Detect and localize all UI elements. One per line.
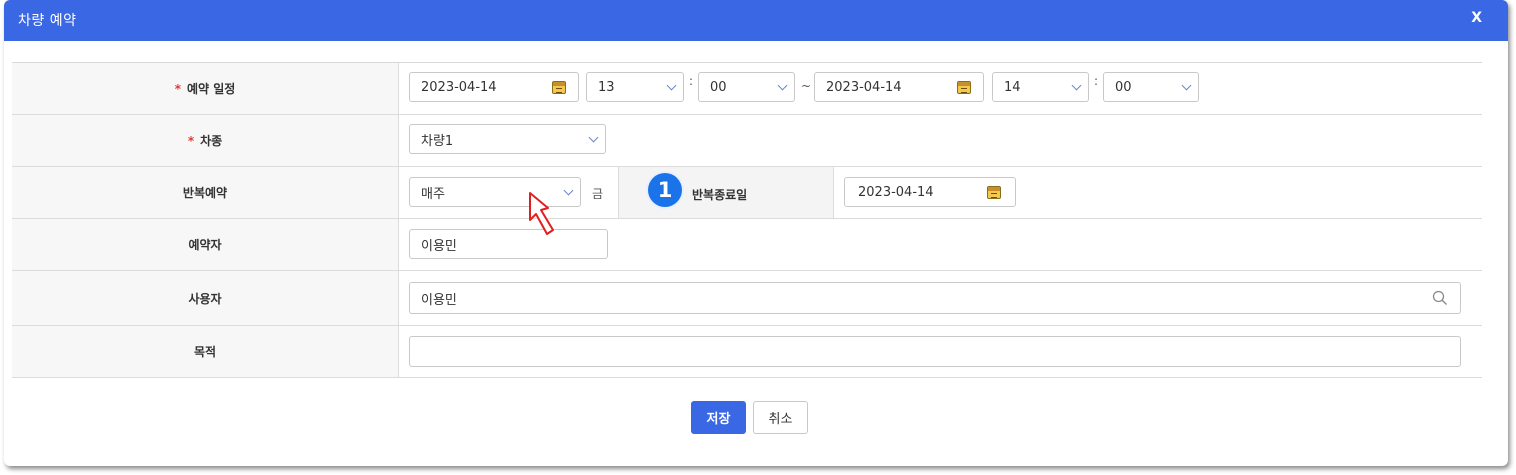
close-button[interactable]: X	[1471, 10, 1482, 26]
repeat-label-cell: 반복예약	[12, 167, 399, 218]
purpose-label-cell: 목적	[12, 326, 399, 377]
vehicle-type-value: 차량1	[421, 133, 454, 149]
reserver-input[interactable]: 이용민	[409, 229, 608, 259]
vehicle-type-row: * 차종 차량1	[12, 115, 1482, 167]
reserver-row: 예약자 이용민	[12, 219, 1482, 271]
time-colon: :	[689, 74, 694, 88]
chevron-down-icon	[588, 132, 599, 143]
cursor-arrow-icon	[529, 192, 554, 235]
schedule-row: * 예약 일정 2023-04-14 13 : 00 ~ 2023-04-14 …	[12, 63, 1482, 115]
repeat-value: 매주	[421, 186, 445, 202]
calendar-icon[interactable]	[957, 81, 971, 94]
chevron-down-icon	[666, 80, 677, 91]
vehicle-type-label-cell: * 차종	[12, 115, 399, 166]
end-minute-select[interactable]: 00	[1103, 72, 1199, 102]
chevron-down-icon	[777, 80, 788, 91]
schedule-label: 예약 일정	[186, 82, 236, 96]
end-date-value: 2023-04-14	[826, 79, 902, 95]
purpose-row: 목적	[12, 326, 1482, 378]
dialog-titlebar: 차량 예약 X	[4, 0, 1508, 41]
chevron-down-icon	[1071, 80, 1082, 91]
repeat-end-date-value: 2023-04-14	[858, 184, 934, 200]
save-button[interactable]: 저장	[691, 401, 746, 434]
reserver-label: 예약자	[188, 238, 222, 252]
repeat-row: 반복예약 매주 금 1 반복종료일 2023-04-14	[12, 167, 1482, 219]
cancel-button[interactable]: 취소	[753, 401, 808, 434]
start-date-field[interactable]: 2023-04-14	[409, 72, 579, 102]
step-number-badge: 1	[648, 173, 682, 207]
calendar-icon[interactable]	[552, 81, 566, 94]
user-label-cell: 사용자	[12, 271, 399, 325]
reserver-label-cell: 예약자	[12, 219, 399, 270]
start-minute-value: 00	[710, 79, 727, 95]
user-search-input[interactable]: 이용민	[409, 282, 1461, 314]
vehicle-type-select[interactable]: 차량1	[409, 124, 606, 154]
calendar-icon[interactable]	[987, 186, 1001, 199]
end-hour-value: 14	[1004, 79, 1021, 95]
range-separator: ~	[801, 79, 812, 93]
schedule-label-cell: * 예약 일정	[12, 63, 399, 114]
end-hour-select[interactable]: 14	[992, 72, 1089, 102]
start-date-value: 2023-04-14	[421, 79, 497, 95]
repeat-label: 반복예약	[182, 186, 228, 200]
vehicle-type-label: 차종	[200, 134, 223, 148]
end-date-field[interactable]: 2023-04-14	[814, 72, 984, 102]
required-mark: *	[187, 133, 195, 148]
start-minute-select[interactable]: 00	[698, 72, 795, 102]
repeat-end-date-field[interactable]: 2023-04-14	[844, 177, 1016, 207]
reservation-form: * 예약 일정 2023-04-14 13 : 00 ~ 2023-04-14 …	[12, 62, 1482, 378]
repeat-end-label: 반복종료일	[692, 188, 748, 202]
start-hour-value: 13	[598, 79, 615, 95]
end-minute-value: 00	[1115, 79, 1132, 95]
reserver-value: 이용민	[421, 238, 457, 254]
chevron-down-icon	[1181, 80, 1192, 91]
purpose-input[interactable]	[409, 336, 1461, 367]
search-icon[interactable]	[1432, 290, 1448, 306]
user-label: 사용자	[188, 291, 222, 306]
time-colon: :	[1094, 74, 1099, 88]
user-row: 사용자 이용민	[12, 271, 1482, 326]
dialog-title: 차량 예약	[18, 13, 77, 29]
start-hour-select[interactable]: 13	[586, 72, 684, 102]
purpose-label: 목적	[193, 345, 217, 359]
chevron-down-icon	[563, 185, 574, 196]
repeat-weekday: 금	[592, 187, 604, 201]
required-mark: *	[174, 81, 181, 96]
user-value: 이용민	[421, 292, 457, 308]
